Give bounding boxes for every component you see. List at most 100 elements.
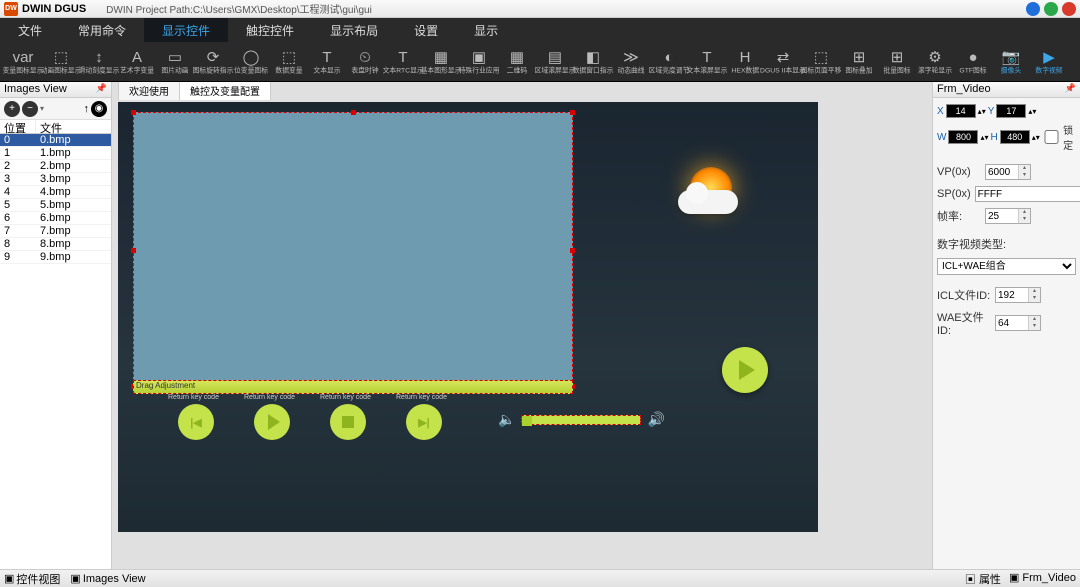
handle-w[interactable]	[131, 248, 136, 253]
tool-27[interactable]: ▶数字视频	[1030, 43, 1068, 81]
preview-icon[interactable]: ◉	[91, 101, 107, 117]
tool-9[interactable]: ⏲表盘时钟	[346, 43, 384, 81]
design-canvas[interactable]: Drag Adjustment Return key code|◀ Return…	[118, 102, 818, 532]
tool-16[interactable]: ≫动态曲线	[612, 43, 650, 81]
image-row[interactable]: 88.bmp	[0, 238, 111, 251]
tool-17[interactable]: ◐区域亮度调节	[650, 43, 688, 81]
menu-2[interactable]: 显示控件	[144, 18, 228, 42]
status-left-2[interactable]: ▣ Images View	[70, 572, 145, 585]
handle-n[interactable]	[351, 110, 356, 115]
status-right-1[interactable]: ▣ 属性	[965, 571, 1001, 587]
tool-1[interactable]: ⬚动画图标显示	[42, 43, 80, 81]
tool-20[interactable]: ⇄DGUS II本显示	[764, 43, 802, 81]
tool-12[interactable]: ▣特殊行业应用	[460, 43, 498, 81]
tool-14[interactable]: ▤区域滚屏显示	[536, 43, 574, 81]
menu-5[interactable]: 设置	[396, 18, 456, 42]
add-image-button[interactable]: +	[4, 101, 20, 117]
pin-icon[interactable]: 📌	[1065, 83, 1076, 96]
menu-1[interactable]: 常用命令	[60, 18, 144, 42]
y-input[interactable]	[996, 104, 1026, 118]
tool-5[interactable]: ⟳图标旋转指示	[194, 43, 232, 81]
tool-8[interactable]: T文本显示	[308, 43, 346, 81]
fps-input[interactable]	[986, 209, 1018, 223]
tool-25[interactable]: ●GTF图标	[954, 43, 992, 81]
drag-adjustment-bar[interactable]: Drag Adjustment	[133, 380, 573, 394]
menu-4[interactable]: 显示布局	[312, 18, 396, 42]
images-columns: 位置 文件	[0, 120, 111, 134]
wae-input[interactable]	[996, 316, 1028, 330]
logo-icon: DW	[4, 2, 18, 16]
type-label: 数字视频类型:	[937, 236, 1006, 252]
tool-4[interactable]: ▭图片动画	[156, 43, 194, 81]
tool-21[interactable]: ⬚图标页面平移	[802, 43, 840, 81]
menu-6[interactable]: 显示	[456, 18, 516, 42]
properties-title: Frm_Video	[937, 83, 991, 96]
tool-3[interactable]: A艺术字变量	[118, 43, 156, 81]
menu-0[interactable]: 文件	[0, 18, 60, 42]
project-path: DWIN Project Path:C:\Users\GMX\Desktop\工…	[106, 1, 372, 16]
vp-input[interactable]	[986, 165, 1018, 179]
handle-nw[interactable]	[131, 110, 136, 115]
prev-button[interactable]: Return key code|◀	[178, 404, 214, 440]
tool-2[interactable]: ↕滑动刻度显示	[80, 43, 118, 81]
h-label: H	[990, 132, 997, 143]
tool-15[interactable]: ◧数据窗口指示	[574, 43, 612, 81]
handle-e[interactable]	[570, 248, 575, 253]
menu-3[interactable]: 触控控件	[228, 18, 312, 42]
speaker-low-icon[interactable]: 🔈	[498, 411, 515, 428]
close-icon[interactable]	[1062, 2, 1076, 16]
minimize-icon[interactable]	[1026, 2, 1040, 16]
tool-11[interactable]: ▦基本图形显示	[422, 43, 460, 81]
h-input[interactable]	[1000, 130, 1030, 144]
image-row[interactable]: 77.bmp	[0, 225, 111, 238]
tool-22[interactable]: ⊞图标叠加	[840, 43, 878, 81]
type-select[interactable]: ICL+WAE组合	[937, 258, 1076, 275]
image-row[interactable]: 22.bmp	[0, 160, 111, 173]
dropdown-icon[interactable]: ▾	[40, 104, 44, 113]
x-input[interactable]	[946, 104, 976, 118]
sp-input[interactable]	[975, 186, 1080, 202]
image-row[interactable]: 00.bmp	[0, 134, 111, 147]
image-row[interactable]: 99.bmp	[0, 251, 111, 264]
tool-18[interactable]: T文本滚屏显示	[688, 43, 726, 81]
play-big-button[interactable]	[722, 347, 768, 393]
tool-13[interactable]: ▦二维码	[498, 43, 536, 81]
w-input[interactable]	[948, 130, 978, 144]
image-row[interactable]: 55.bmp	[0, 199, 111, 212]
image-row[interactable]: 11.bmp	[0, 147, 111, 160]
volume-slider[interactable]	[521, 415, 641, 425]
image-row[interactable]: 44.bmp	[0, 186, 111, 199]
tool-26[interactable]: 📷摄像头	[992, 43, 1030, 81]
speaker-high-icon[interactable]: 🔊	[647, 411, 664, 428]
tool-24[interactable]: ⚙滚字轮显示	[916, 43, 954, 81]
stop-button[interactable]: Return key code	[330, 404, 366, 440]
image-row[interactable]: 33.bmp	[0, 173, 111, 186]
remove-image-button[interactable]: −	[22, 101, 38, 117]
video-widget[interactable]	[133, 112, 573, 387]
next-button[interactable]: Return key code▶|	[406, 404, 442, 440]
sun-graphic	[678, 162, 748, 222]
tool-7[interactable]: ⬚数据变量	[270, 43, 308, 81]
volume-knob[interactable]	[522, 416, 532, 426]
tool-0[interactable]: var变量图标显示	[4, 43, 42, 81]
properties-header: Frm_Video 📌	[933, 82, 1080, 98]
wh-row: W▴▾ H▴▾ 锁定	[937, 122, 1076, 152]
status-left-1[interactable]: ▣ 控件视图	[4, 571, 60, 587]
play-button[interactable]: Return key code	[254, 404, 290, 440]
lock-checkbox[interactable]	[1042, 130, 1061, 144]
image-row[interactable]: 66.bmp	[0, 212, 111, 225]
tab-welcome[interactable]: 欢迎使用	[118, 82, 180, 100]
tab-config[interactable]: 触控及变量配置	[179, 82, 271, 100]
tool-10[interactable]: T文本RTC显示	[384, 43, 422, 81]
tool-19[interactable]: HHEX数据	[726, 43, 764, 81]
tool-23[interactable]: ⊞批量图标	[878, 43, 916, 81]
volume-row: 🔈 🔊	[498, 411, 665, 428]
status-right-2[interactable]: ▣ Frm_Video	[1009, 571, 1076, 587]
tool-6[interactable]: ◯位变量图标	[232, 43, 270, 81]
maximize-icon[interactable]	[1044, 2, 1058, 16]
icl-input[interactable]	[996, 288, 1028, 302]
images-panel-header: Images View 📌	[0, 82, 111, 98]
handle-ne[interactable]	[570, 110, 575, 115]
up-icon[interactable]: ↑	[84, 103, 90, 115]
pin-icon[interactable]: 📌	[96, 83, 107, 96]
